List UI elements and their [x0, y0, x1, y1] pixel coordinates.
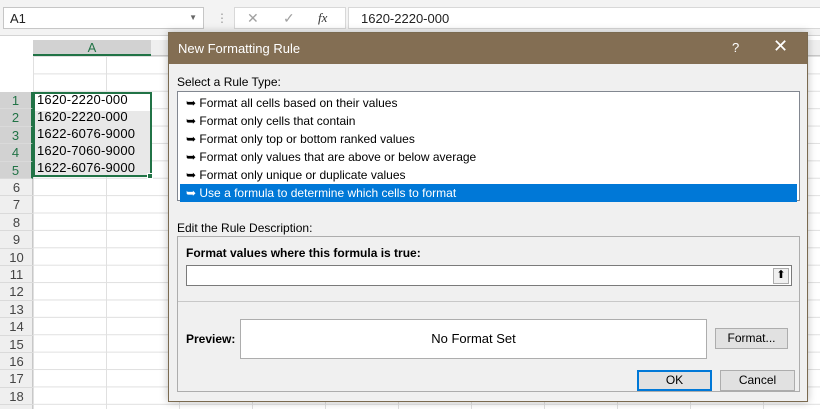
rule-type-label: Format only top or bottom ranked values: [199, 132, 415, 146]
insert-function-icon[interactable]: fx: [318, 10, 327, 26]
excel-window: A1 ▼ ⋮ ✕ ✓ fx 1620-2220-000 A 1 2 3 4 5 …: [0, 0, 820, 409]
enter-icon[interactable]: ✓: [283, 10, 295, 27]
rule-type-item[interactable]: ➥ Format all cells based on their values: [180, 94, 797, 112]
fill-handle[interactable]: [147, 173, 153, 179]
row-header[interactable]: 2: [0, 109, 33, 127]
dialog-titlebar[interactable]: New Formatting Rule ? ✕: [169, 33, 807, 64]
row-header[interactable]: 8: [0, 214, 33, 232]
close-icon[interactable]: ✕: [773, 36, 788, 57]
rule-type-list[interactable]: ➥ Format all cells based on their values…: [177, 91, 800, 202]
ok-button-label: OK: [665, 373, 684, 387]
upload-arrow-icon: ⬆: [776, 269, 786, 281]
formula-bar: A1 ▼ ⋮ ✕ ✓ fx 1620-2220-000: [0, 0, 820, 36]
formula-label: Format values where this formula is true…: [186, 246, 421, 260]
cell-a2[interactable]: 1620-2220-000: [37, 109, 128, 124]
cell-a3[interactable]: 1622-6076-9000: [37, 126, 135, 141]
rule-description-panel: Format values where this formula is true…: [177, 236, 800, 392]
format-button[interactable]: Format...: [715, 328, 788, 349]
arrow-icon: ➥: [186, 132, 200, 146]
row-header[interactable]: 16: [0, 353, 33, 371]
cell-a5[interactable]: 1622-6076-9000: [37, 160, 135, 175]
row-headers: 1 2 3 4 5 6 7 8 9 10 11 12 13 14 15 16 1…: [0, 92, 33, 409]
formula-content: 1620-2220-000: [361, 11, 450, 26]
row-header[interactable]: 9: [0, 231, 33, 249]
row-header[interactable]: 1: [0, 92, 33, 110]
row-header[interactable]: 7: [0, 196, 33, 214]
arrow-icon: ➥: [186, 114, 200, 128]
rule-type-label: Format only cells that contain: [199, 114, 356, 128]
chevron-down-icon[interactable]: ▼: [189, 13, 197, 22]
row-header[interactable]: 15: [0, 336, 33, 353]
new-formatting-rule-dialog: New Formatting Rule ? ✕ Select a Rule Ty…: [168, 32, 808, 402]
rule-type-label: Format all cells based on their values: [199, 96, 398, 110]
name-box[interactable]: A1 ▼: [3, 7, 204, 29]
cancel-icon[interactable]: ✕: [247, 10, 259, 27]
preview-label: Preview:: [186, 332, 236, 346]
rule-type-item[interactable]: ➥ Format only values that are above or b…: [180, 148, 797, 166]
preview-text: No Format Set: [431, 331, 516, 346]
arrow-icon: ➥: [186, 168, 200, 182]
row-header[interactable]: 4: [0, 144, 33, 162]
row-header[interactable]: 6: [0, 179, 33, 197]
column-header-a[interactable]: A: [33, 40, 151, 56]
dialog-title: New Formatting Rule: [178, 41, 301, 56]
name-box-value: A1: [10, 11, 26, 26]
select-rule-type-label: Select a Rule Type:: [177, 75, 281, 89]
rule-type-label: Use a formula to determine which cells t…: [199, 186, 457, 200]
cell-a1[interactable]: 1620-2220-000: [37, 92, 128, 107]
help-icon[interactable]: ?: [732, 40, 739, 55]
rule-type-item[interactable]: ➥ Format only top or bottom ranked value…: [180, 130, 797, 148]
row-header[interactable]: 13: [0, 301, 33, 319]
divider: [178, 301, 799, 302]
cancel-button-label: Cancel: [738, 373, 777, 387]
drag-handle-icon[interactable]: ⋮: [216, 11, 228, 25]
formula-field[interactable]: ⬆: [186, 265, 792, 286]
formula-input[interactable]: 1620-2220-000: [348, 7, 820, 29]
row-header[interactable]: 18: [0, 388, 33, 406]
collapse-dialog-button[interactable]: ⬆: [773, 268, 789, 284]
rule-type-label: Format only unique or duplicate values: [199, 168, 406, 182]
edit-description-label: Edit the Rule Description:: [177, 221, 313, 235]
row-header[interactable]: 11: [0, 266, 33, 284]
row-header[interactable]: 5: [0, 161, 33, 179]
row-header[interactable]: 10: [0, 249, 33, 266]
rule-type-label: Format only values that are above or bel…: [199, 150, 477, 164]
ok-button[interactable]: OK: [637, 370, 712, 391]
cancel-button[interactable]: Cancel: [720, 370, 795, 391]
rule-type-item[interactable]: ➥ Format only unique or duplicate values: [180, 166, 797, 184]
formula-buttons: ✕ ✓: [234, 7, 346, 29]
arrow-icon: ➥: [186, 96, 200, 110]
row-header[interactable]: 14: [0, 318, 33, 336]
row-header[interactable]: 12: [0, 283, 33, 301]
cell-a4[interactable]: 1620-7060-9000: [37, 143, 135, 158]
preview-box: No Format Set: [240, 319, 707, 359]
arrow-icon: ➥: [186, 150, 200, 164]
rule-type-item[interactable]: ➥ Format only cells that contain: [180, 112, 797, 130]
rule-type-item-selected[interactable]: ➥ Use a formula to determine which cells…: [180, 184, 797, 202]
row-header[interactable]: 3: [0, 126, 33, 145]
format-button-label: Format...: [727, 331, 776, 345]
row-header[interactable]: 17: [0, 370, 33, 388]
arrow-icon: ➥: [186, 186, 200, 200]
